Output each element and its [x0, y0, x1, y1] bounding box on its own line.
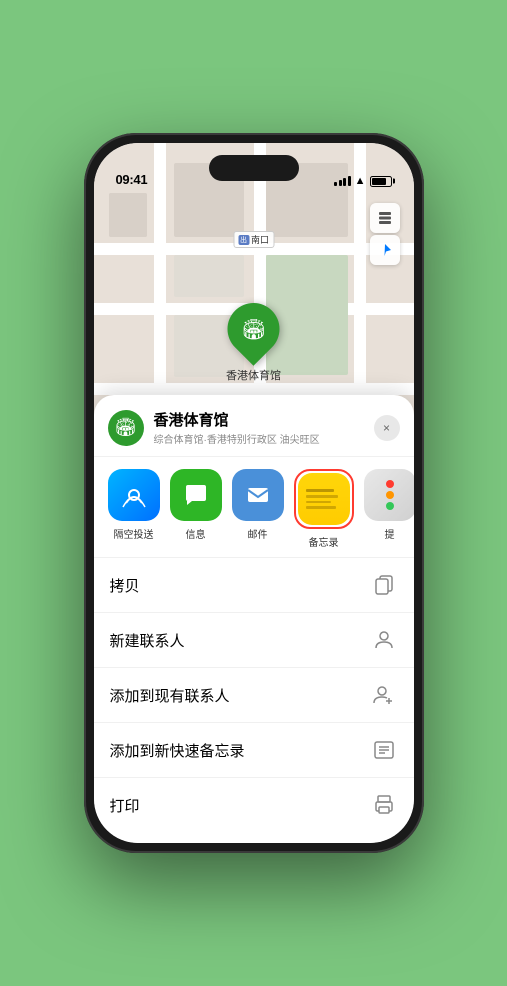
location-icon: 🏟 [108, 410, 144, 446]
notes-selected-border [294, 469, 354, 529]
status-icons: ▲ [334, 175, 391, 187]
notes-line [306, 501, 331, 504]
stadium-emoji: 🏟 [114, 417, 137, 438]
copy-icon [370, 571, 398, 599]
notes-line [306, 495, 338, 498]
message-svg [182, 481, 210, 509]
action-label-copy: 拷贝 [110, 575, 140, 596]
pin-label: 香港体育馆 [226, 367, 281, 383]
print-svg [373, 794, 395, 816]
location-arrow-icon [378, 243, 392, 257]
airdrop-svg [120, 481, 148, 509]
layers-icon [377, 210, 393, 226]
airdrop-label: 隔空投送 [114, 526, 154, 541]
action-row-copy[interactable]: 拷贝 [94, 558, 414, 613]
more-dots [364, 469, 414, 521]
action-row-new-contact[interactable]: 新建联系人 [94, 613, 414, 668]
phone-frame: 09:41 ▲ [84, 133, 424, 853]
signal-bar-4 [348, 176, 351, 186]
share-row: 隔空投送 信息 [94, 457, 414, 558]
print-icon [370, 791, 398, 819]
more-icon [364, 469, 414, 521]
dot-green [386, 502, 394, 510]
wifi-icon: ▲ [355, 175, 366, 187]
pin-circle: 🏟 [217, 292, 291, 366]
person-svg [373, 629, 395, 651]
notes-line [306, 489, 335, 492]
share-item-more[interactable]: 提 [364, 469, 414, 549]
action-label-quick-note: 添加到新快速备忘录 [110, 740, 245, 761]
action-label-new-contact: 新建联系人 [110, 630, 185, 651]
map-exit-label: 出 南口 [233, 231, 274, 248]
notes-label: 备忘录 [309, 534, 339, 549]
exit-text: 南口 [251, 233, 269, 246]
dot-orange [386, 491, 394, 499]
location-header: 🏟 香港体育馆 综合体育馆·香港特别行政区 油尖旺区 × [94, 395, 414, 457]
map-location-button[interactable] [370, 235, 400, 265]
mail-icon [232, 469, 284, 521]
signal-bar-3 [343, 178, 346, 186]
message-label: 信息 [186, 526, 206, 541]
dynamic-island [209, 155, 299, 181]
airdrop-icon [108, 469, 160, 521]
notes-lines-wrap [298, 473, 350, 525]
notes-icon [298, 473, 350, 525]
map-controls [370, 203, 400, 265]
action-row-add-contact[interactable]: 添加到现有联系人 [94, 668, 414, 723]
share-item-notes[interactable]: 备忘录 [294, 469, 354, 549]
map-block [109, 193, 147, 237]
status-time: 09:41 [116, 172, 148, 187]
close-icon: × [383, 421, 390, 435]
person-add-svg [373, 684, 395, 706]
location-subtitle: 综合体育馆·香港特别行政区 油尖旺区 [154, 431, 374, 446]
share-item-message[interactable]: 信息 [170, 469, 222, 549]
share-item-mail[interactable]: 邮件 [232, 469, 284, 549]
map-layers-button[interactable] [370, 203, 400, 233]
signal-bars-icon [334, 176, 351, 186]
stadium-pin: 🏟 香港体育馆 [226, 303, 281, 383]
action-label-add-contact: 添加到现有联系人 [110, 685, 230, 706]
action-row-quick-note[interactable]: 添加到新快速备忘录 [94, 723, 414, 778]
message-icon [170, 469, 222, 521]
memo-svg [373, 739, 395, 761]
location-info: 香港体育馆 综合体育馆·香港特别行政区 油尖旺区 [154, 409, 374, 446]
new-contact-icon [370, 626, 398, 654]
battery-fill [372, 178, 386, 185]
map-block [174, 255, 244, 297]
quick-note-icon [370, 736, 398, 764]
close-button[interactable]: × [374, 415, 400, 441]
copy-svg [373, 574, 395, 596]
battery-icon [370, 176, 392, 187]
more-label: 提 [385, 526, 395, 541]
share-item-airdrop[interactable]: 隔空投送 [108, 469, 160, 549]
mail-svg [244, 481, 272, 509]
location-name: 香港体育馆 [154, 409, 374, 430]
mail-label: 邮件 [248, 526, 268, 541]
notes-line [306, 506, 337, 509]
add-contact-icon [370, 681, 398, 709]
stadium-icon: 🏟 [241, 317, 266, 342]
action-row-print[interactable]: 打印 [94, 778, 414, 823]
dot-red [386, 480, 394, 488]
bottom-sheet: 🏟 香港体育馆 综合体育馆·香港特别行政区 油尖旺区 × [94, 395, 414, 843]
signal-bar-2 [339, 180, 342, 186]
signal-bar-1 [334, 182, 337, 186]
action-label-print: 打印 [110, 795, 140, 816]
phone-screen: 09:41 ▲ [94, 143, 414, 843]
exit-box: 出 [238, 235, 249, 245]
